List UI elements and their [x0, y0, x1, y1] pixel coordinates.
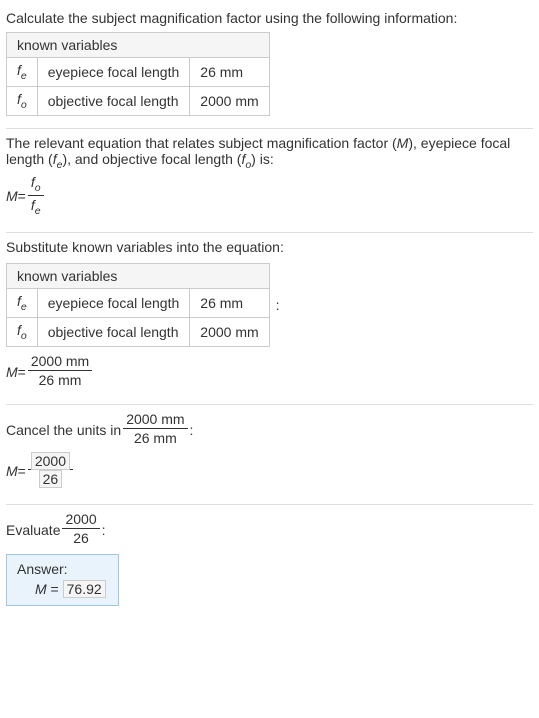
known-variables-table-2: known variables fe eyepiece focal length…	[6, 263, 270, 347]
section-cancel: Cancel the units in 2000 mm 26 mm : M = …	[6, 405, 533, 505]
known-variables-table-1: known variables fe eyepiece focal length…	[6, 32, 270, 116]
value-cell: 26 mm	[190, 58, 269, 87]
equation-substituted: M = 2000 mm 26 mm	[6, 353, 533, 390]
section-answer: Evaluate 2000 26 : Answer: M = 76.92	[6, 505, 533, 616]
symbol-cell: fo	[7, 86, 38, 115]
desc-cell: objective focal length	[37, 318, 190, 347]
section-equation: The relevant equation that relates subje…	[6, 129, 533, 234]
evaluate-intro: Evaluate 2000 26 :	[6, 511, 533, 548]
table-row: fe eyepiece focal length 26 mm	[7, 58, 270, 87]
desc-cell: eyepiece focal length	[37, 289, 190, 318]
problem-statement: Calculate the subject magnification fact…	[6, 10, 533, 26]
known-header: known variables	[7, 264, 270, 289]
value-cell: 2000 mm	[190, 318, 269, 347]
symbol-cell: fe	[7, 289, 38, 318]
section-problem: Calculate the subject magnification fact…	[6, 4, 533, 129]
table-row: fo objective focal length 2000 mm	[7, 318, 270, 347]
symbol-cell: fo	[7, 318, 38, 347]
symbol-cell: fe	[7, 58, 38, 87]
desc-cell: objective focal length	[37, 86, 190, 115]
value-cell: 26 mm	[190, 289, 269, 318]
colon: :	[276, 297, 280, 313]
section-substitute: Substitute known variables into the equa…	[6, 233, 533, 405]
answer-box: Answer: M = 76.92	[6, 554, 119, 606]
equation-cancelled: M = 2000 26	[6, 453, 533, 490]
answer-equation: M = 76.92	[17, 581, 106, 597]
equation-symbolic: M = fo fe	[6, 174, 533, 218]
desc-cell: eyepiece focal length	[37, 58, 190, 87]
table-row: fe eyepiece focal length 26 mm	[7, 289, 270, 318]
equation-description: The relevant equation that relates subje…	[6, 135, 533, 171]
cancel-intro: Cancel the units in 2000 mm 26 mm :	[6, 411, 533, 448]
table-row: fo objective focal length 2000 mm	[7, 86, 270, 115]
value-cell: 2000 mm	[190, 86, 269, 115]
known-header: known variables	[7, 33, 270, 58]
substitute-intro: Substitute known variables into the equa…	[6, 239, 533, 255]
answer-label: Answer:	[17, 561, 106, 577]
